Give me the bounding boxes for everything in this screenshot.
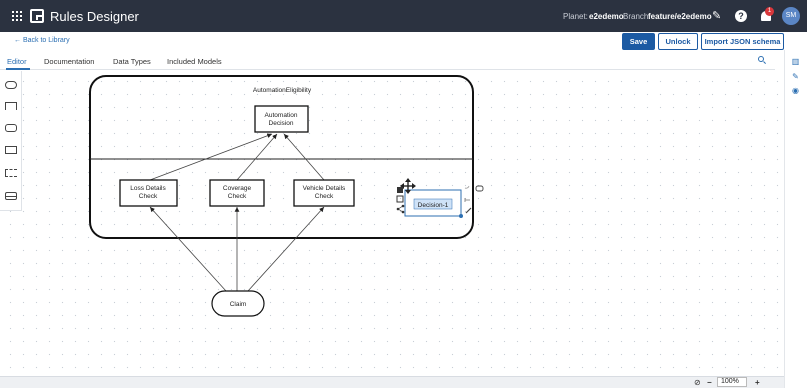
zoom-in-button[interactable]: + <box>755 378 760 387</box>
wrench-icon[interactable] <box>465 207 472 214</box>
reset-zoom-icon[interactable]: ⊘ <box>694 378 701 387</box>
delete-icon[interactable] <box>397 187 403 193</box>
vehicle-details-line2: Check <box>315 193 334 200</box>
claim-label: Claim <box>230 301 247 308</box>
shape-palette <box>0 71 22 211</box>
edge-claim-to-loss <box>149 206 227 292</box>
coverage-line2: Check <box>228 193 247 200</box>
resize-handle[interactable] <box>459 214 463 218</box>
properties-edit-icon[interactable]: ✎ <box>791 73 800 81</box>
zoom-level-select[interactable]: 100% <box>717 377 747 387</box>
decision-1-label[interactable]: Decision-1 <box>418 202 449 209</box>
automation-decision-line2: Decision <box>269 120 294 127</box>
preview-eye-icon[interactable]: ◉ <box>791 87 800 95</box>
automation-decision-line1: Automation <box>265 112 298 119</box>
vehicle-details-line1: Vehicle Details <box>303 185 346 192</box>
annotation-shape-icon[interactable] <box>5 169 17 177</box>
bkm-shape-icon[interactable] <box>5 124 17 132</box>
edge-vehicle-to-decision <box>283 133 325 181</box>
decision-shape-icon[interactable] <box>5 146 17 154</box>
loss-details-line2: Check <box>139 193 158 200</box>
input-data-shape-icon[interactable] <box>5 81 17 89</box>
right-rail: ▥ ✎ ◉ <box>784 50 807 388</box>
edge-claim-to-vehicle <box>247 206 325 292</box>
automation-decision-node[interactable] <box>254 105 309 133</box>
edit-icon[interactable] <box>396 195 404 203</box>
decision-service-shape-icon[interactable] <box>5 192 17 200</box>
loss-details-line1: Loss Details <box>130 185 166 192</box>
append-input-icon[interactable] <box>475 185 484 192</box>
bottom-bar <box>0 376 784 388</box>
container-title: AutomationEligibility <box>253 87 312 94</box>
map-icon[interactable]: ▥ <box>791 58 800 66</box>
connect-icon[interactable] <box>396 204 405 214</box>
knowledge-source-shape-icon[interactable] <box>5 102 17 110</box>
append-knowledge-icon[interactable] <box>464 198 470 202</box>
zoom-out-button[interactable]: − <box>707 378 712 387</box>
edge-coverage-to-decision <box>236 133 278 181</box>
append-annotation-icon[interactable] <box>464 185 470 189</box>
decision-diagram: AutomationEligibility Automation Decisio… <box>89 75 484 317</box>
edge-loss-to-decision <box>149 133 273 181</box>
coverage-line1: Coverage <box>223 185 252 192</box>
